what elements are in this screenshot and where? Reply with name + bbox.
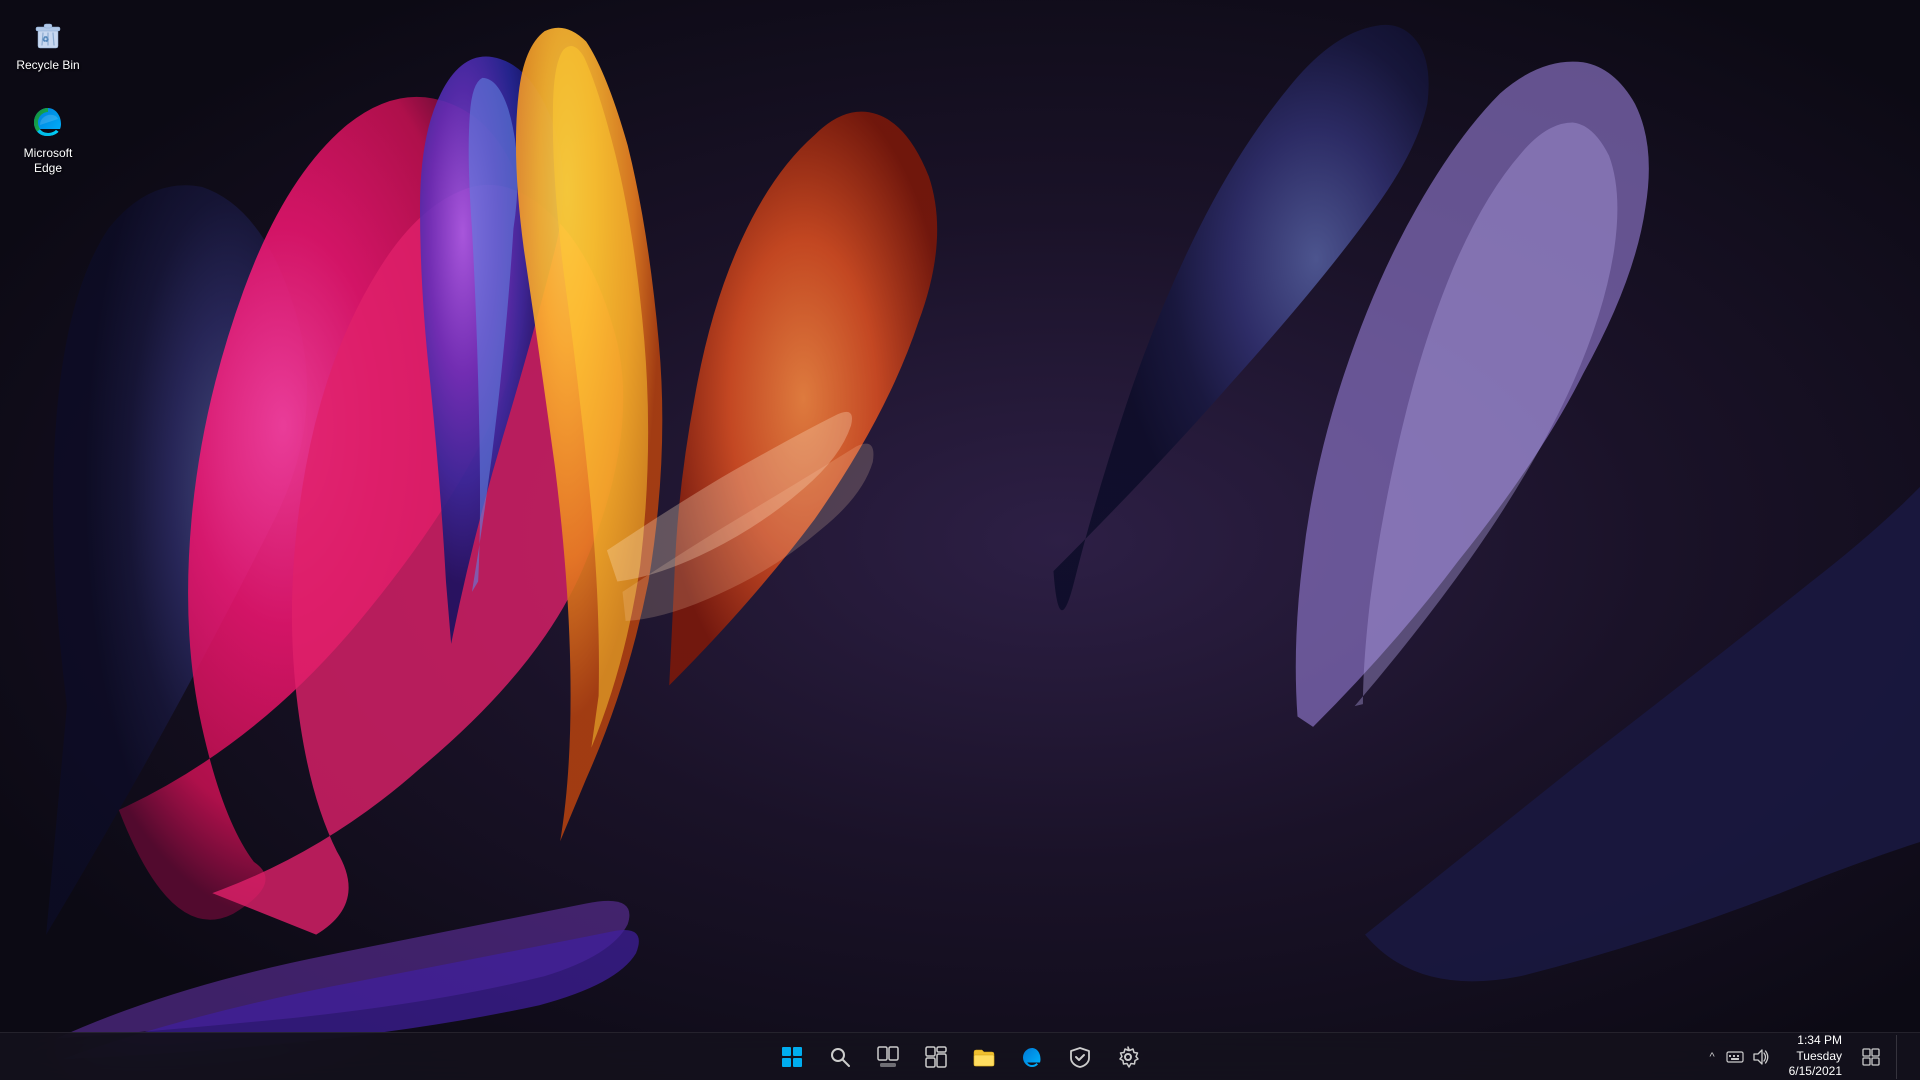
clock-day: Tuesday (1796, 1049, 1842, 1065)
taskbar: ^ (0, 1032, 1920, 1080)
taskbar-right: ^ (1705, 1029, 1908, 1080)
recycle-bin-label: Recycle Bin (16, 58, 79, 74)
clock-date: 6/15/2021 (1789, 1064, 1842, 1080)
edge-image (28, 102, 68, 142)
file-explorer-button[interactable] (962, 1035, 1006, 1079)
search-button[interactable] (818, 1035, 862, 1079)
task-view-button[interactable] (866, 1035, 910, 1079)
desktop: ♻ Recycle Bin (0, 0, 1920, 1080)
chevron-icon: ^ (1709, 1051, 1714, 1063)
keyboard-tray-icon[interactable] (1725, 1047, 1745, 1067)
widgets-button[interactable] (914, 1035, 958, 1079)
taskbar-center (770, 1035, 1150, 1079)
edge-taskbar-button[interactable] (1010, 1035, 1054, 1079)
settings-button[interactable] (1106, 1035, 1150, 1079)
recycle-bin-image: ♻ (28, 14, 68, 54)
microsoft-edge-icon[interactable]: Microsoft Edge (8, 98, 88, 181)
start-button[interactable] (770, 1035, 814, 1079)
volume-tray-icon[interactable] (1751, 1047, 1771, 1067)
show-desktop-button[interactable] (1896, 1035, 1908, 1079)
clock[interactable]: 1:34 PM Tuesday 6/15/2021 (1781, 1029, 1850, 1080)
security-button[interactable] (1058, 1035, 1102, 1079)
desktop-icons: ♻ Recycle Bin (0, 0, 88, 181)
svg-text:♻: ♻ (42, 35, 49, 44)
notification-icon[interactable] (1856, 1035, 1886, 1079)
edge-label: Microsoft Edge (12, 146, 84, 177)
clock-time: 1:34 PM (1797, 1033, 1842, 1049)
show-hidden-icons-button[interactable]: ^ (1705, 1049, 1718, 1065)
recycle-bin-icon[interactable]: ♻ Recycle Bin (8, 10, 88, 78)
